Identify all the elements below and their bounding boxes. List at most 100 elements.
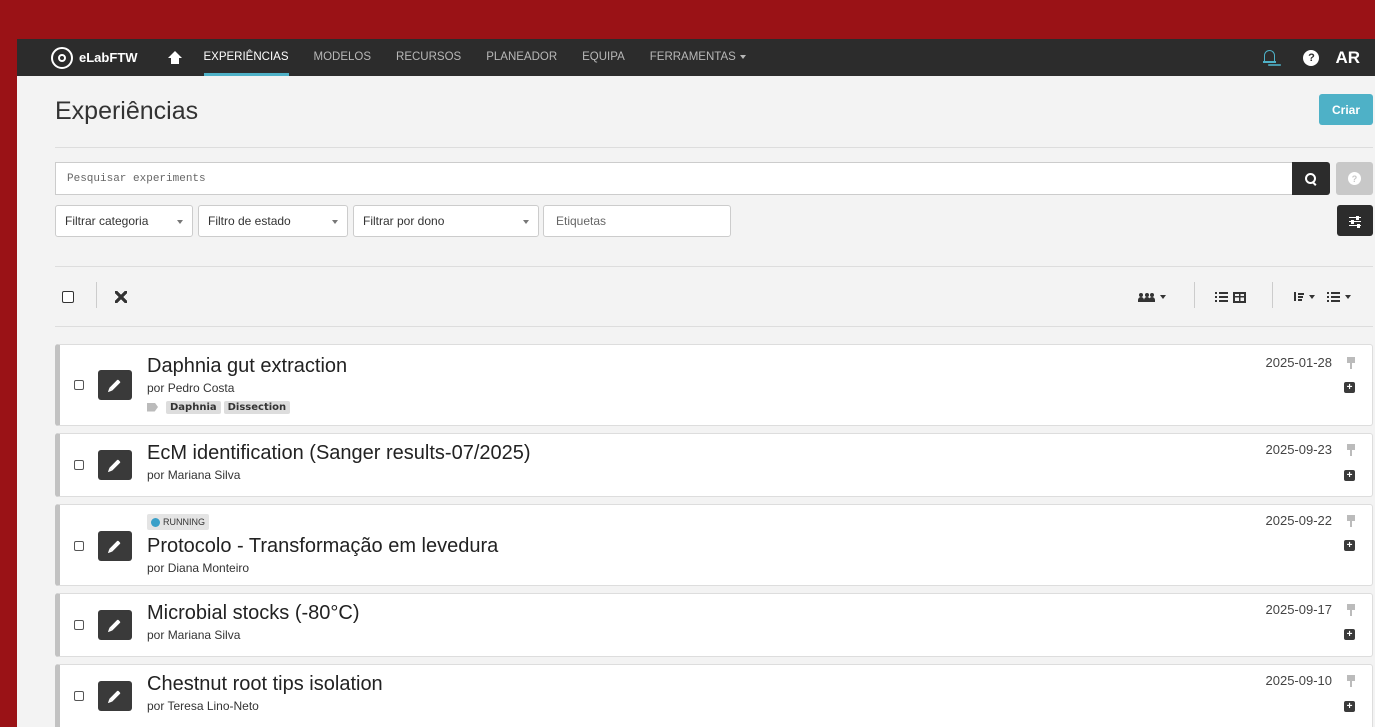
owner-name: Mariana Silva xyxy=(167,468,241,482)
experiment-owner: por Diana Monteiro xyxy=(147,561,249,575)
ordered-list-icon xyxy=(1327,292,1340,302)
toolbar-separator xyxy=(1272,282,1273,308)
search-help-button[interactable]: ? xyxy=(1336,162,1373,195)
owner-prefix: por xyxy=(147,381,165,395)
experiment-title[interactable]: EcM identification (Sanger results-07/20… xyxy=(147,442,531,465)
create-button[interactable]: Criar xyxy=(1319,94,1373,125)
bell-icon[interactable] xyxy=(1263,50,1277,65)
sliders-icon xyxy=(1349,215,1361,228)
owner-prefix: por xyxy=(147,628,165,642)
chevron-down-icon xyxy=(332,220,338,224)
filters-divider xyxy=(55,266,1373,267)
experiment-checkbox[interactable] xyxy=(74,691,84,701)
pencil-icon xyxy=(109,379,121,391)
experiment-owner: por Mariana Silva xyxy=(147,628,240,642)
sort-dropdown[interactable] xyxy=(1293,291,1315,303)
sort-icon xyxy=(1293,292,1304,302)
owner-prefix: por xyxy=(147,468,165,482)
nav-experiments[interactable]: EXPERIÊNCIAS xyxy=(203,39,289,76)
advanced-filters-button[interactable] xyxy=(1337,205,1373,236)
expand-plus-button[interactable]: + xyxy=(1344,540,1355,551)
edit-button[interactable] xyxy=(98,450,132,480)
nav-scheduler[interactable]: PLANEADOR xyxy=(486,39,557,76)
experiment-title[interactable]: Daphnia gut extraction xyxy=(147,355,347,378)
home-icon[interactable] xyxy=(167,50,182,65)
experiment-checkbox[interactable] xyxy=(74,620,84,630)
tag[interactable]: Daphnia xyxy=(166,400,221,414)
visibility-dropdown[interactable] xyxy=(1138,291,1166,303)
owner-filter-select[interactable]: Filtrar por dono xyxy=(353,205,539,237)
tag-list: Daphnia Dissection xyxy=(147,400,293,414)
pin-icon[interactable] xyxy=(1346,357,1356,369)
nav-resources[interactable]: RECURSOS xyxy=(396,39,461,76)
status-dot-icon xyxy=(151,517,160,527)
search-button[interactable] xyxy=(1292,162,1330,195)
expand-plus-button[interactable]: + xyxy=(1344,701,1355,712)
question-icon: ? xyxy=(1348,172,1361,185)
pencil-icon xyxy=(109,619,121,631)
edit-button[interactable] xyxy=(98,531,132,561)
header-divider xyxy=(55,147,1373,148)
select-all-checkbox[interactable] xyxy=(62,291,74,303)
experiment-card[interactable]: Microbial stocks (-80°C) por Mariana Sil… xyxy=(55,593,1373,657)
nav-links: EXPERIÊNCIAS MODELOS RECURSOS PLANEADOR … xyxy=(203,39,771,76)
toolbar-separator xyxy=(96,282,97,308)
owner-prefix: por xyxy=(147,561,165,575)
experiment-owner: por Pedro Costa xyxy=(147,381,234,395)
edit-button[interactable] xyxy=(98,681,132,711)
category-filter-select[interactable]: Filtrar categoria xyxy=(55,205,193,237)
pin-icon[interactable] xyxy=(1346,675,1356,687)
experiment-date: 2025-09-22 xyxy=(1265,513,1333,528)
search-input[interactable] xyxy=(55,162,1292,195)
elabftw-logo-icon xyxy=(51,46,73,69)
experiment-date: 2025-01-28 xyxy=(1265,355,1333,370)
list-icon xyxy=(1215,292,1228,302)
experiment-title[interactable]: Chestnut root tips isolation xyxy=(147,673,383,696)
tag-icon xyxy=(147,402,158,412)
experiment-title[interactable]: Microbial stocks (-80°C) xyxy=(147,602,359,625)
search-icon xyxy=(1305,172,1317,185)
brand-link[interactable]: eLabFTW xyxy=(51,39,138,76)
chevron-down-icon xyxy=(1345,295,1351,299)
status-filter-select[interactable]: Filtro de estado xyxy=(198,205,348,237)
toolbar-separator xyxy=(1194,282,1195,308)
order-dropdown[interactable] xyxy=(1327,291,1351,303)
experiment-title[interactable]: Protocolo - Transformação em levedura xyxy=(147,535,498,558)
experiment-card[interactable]: RUNNING Protocolo - Transformação em lev… xyxy=(55,504,1373,586)
experiment-card[interactable]: EcM identification (Sanger results-07/20… xyxy=(55,433,1373,497)
status-badge: RUNNING xyxy=(147,514,209,530)
status-label: RUNNING xyxy=(163,517,205,527)
experiment-card[interactable]: Chestnut root tips isolation por Teresa … xyxy=(55,664,1373,727)
tags-input[interactable] xyxy=(543,205,731,237)
pencil-icon xyxy=(109,459,121,471)
nav-templates[interactable]: MODELOS xyxy=(314,39,372,76)
expand-plus-button[interactable]: + xyxy=(1344,629,1355,640)
experiment-checkbox[interactable] xyxy=(74,460,84,470)
table-view-button[interactable] xyxy=(1233,291,1246,303)
pin-icon[interactable] xyxy=(1346,515,1356,527)
experiment-card[interactable]: Daphnia gut extraction por Pedro Costa D… xyxy=(55,344,1373,426)
expand-plus-button[interactable]: + xyxy=(1344,470,1355,481)
tag[interactable]: Dissection xyxy=(223,400,291,414)
nav-team[interactable]: EQUIPA xyxy=(582,39,625,76)
edit-button[interactable] xyxy=(98,610,132,640)
pin-icon[interactable] xyxy=(1346,444,1356,456)
owner-name: Teresa Lino-Neto xyxy=(167,699,259,713)
owner-name: Diana Monteiro xyxy=(167,561,250,575)
pin-icon[interactable] xyxy=(1346,604,1356,616)
top-navbar: eLabFTW EXPERIÊNCIAS MODELOS RECURSOS PL… xyxy=(17,39,1375,76)
list-view-button[interactable] xyxy=(1215,291,1228,303)
expand-plus-button[interactable]: + xyxy=(1344,382,1355,393)
page-title: Experiências xyxy=(55,97,199,125)
user-avatar[interactable]: AR xyxy=(1335,48,1360,68)
experiment-checkbox[interactable] xyxy=(74,380,84,390)
help-icon[interactable]: ? xyxy=(1303,49,1320,66)
nav-tools[interactable]: FERRAMENTAS xyxy=(650,39,746,76)
experiment-checkbox[interactable] xyxy=(74,541,84,551)
chevron-down-icon xyxy=(523,220,529,224)
category-filter-value: Filtrar categoria xyxy=(65,214,149,228)
edit-button[interactable] xyxy=(98,370,132,400)
expand-icon[interactable] xyxy=(115,291,127,303)
owner-name: Pedro Costa xyxy=(167,381,235,395)
nav-right: ? AR xyxy=(1263,39,1375,76)
